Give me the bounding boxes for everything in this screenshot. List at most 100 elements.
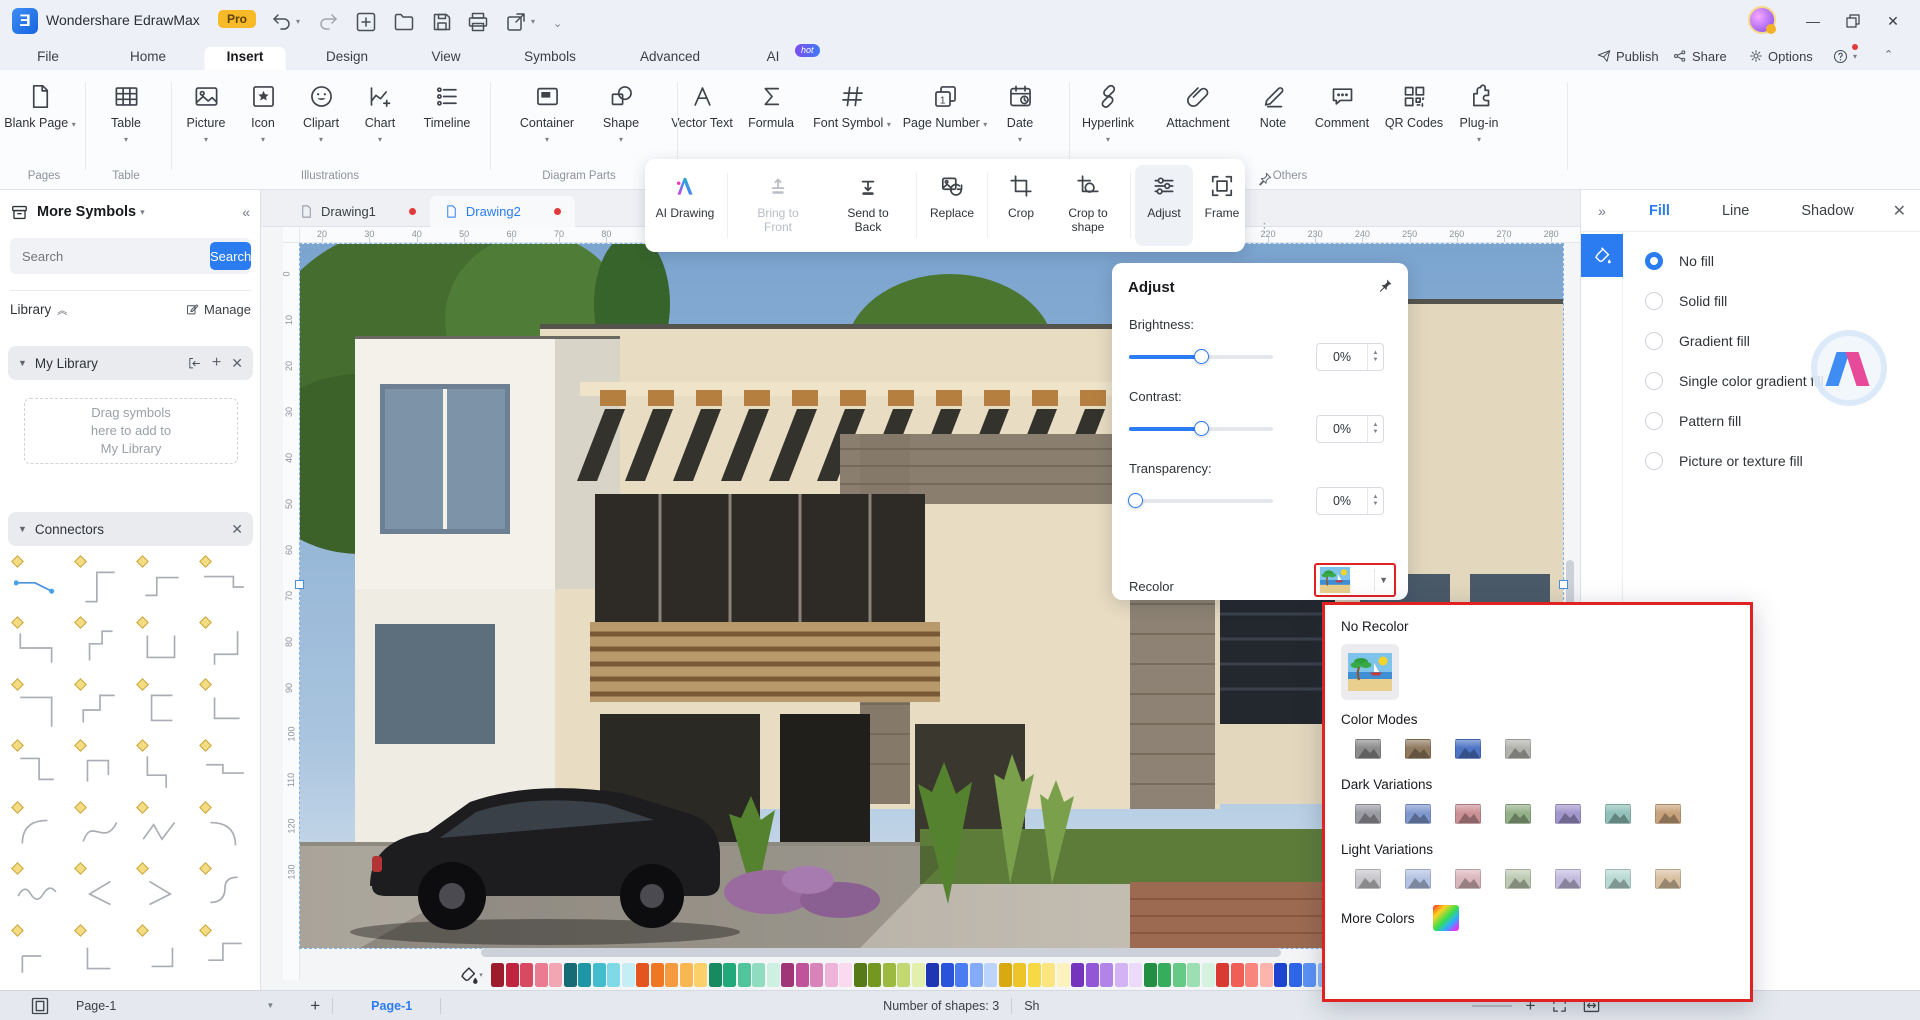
ribbon-date[interactable]: Date ▾ bbox=[977, 80, 1063, 147]
dark-variation-swatch[interactable] bbox=[1505, 804, 1531, 824]
tab-fill[interactable]: Fill bbox=[1649, 203, 1670, 219]
palette-swatch[interactable] bbox=[708, 962, 722, 987]
brightness-value-stepper[interactable]: 0% ▲ ▼ bbox=[1316, 343, 1384, 371]
fill-option-single-color-gradient-fill[interactable]: Single color gradient fill bbox=[1645, 372, 1824, 390]
up-arrow-icon[interactable]: ▲ bbox=[1373, 494, 1379, 501]
light-variation-swatch[interactable] bbox=[1555, 869, 1581, 889]
palette-swatch[interactable] bbox=[1303, 962, 1316, 987]
export-icon[interactable] bbox=[504, 10, 528, 34]
open-folder-icon[interactable] bbox=[392, 10, 416, 34]
palette-swatch[interactable] bbox=[520, 962, 533, 987]
palette-swatch[interactable] bbox=[926, 962, 939, 987]
palette-swatch[interactable] bbox=[665, 962, 678, 987]
pin-icon[interactable] bbox=[1257, 171, 1273, 187]
palette-swatch[interactable] bbox=[505, 962, 519, 987]
ctx-crop[interactable]: Crop bbox=[992, 165, 1050, 246]
tab-line[interactable]: Line bbox=[1722, 203, 1749, 219]
palette-swatch[interactable] bbox=[1071, 962, 1084, 987]
connector-symbol[interactable] bbox=[69, 615, 132, 676]
menu-home[interactable]: Home bbox=[120, 47, 176, 66]
palette-swatch[interactable] bbox=[1259, 962, 1273, 987]
tab-shadow[interactable]: Shadow bbox=[1801, 203, 1853, 219]
palette-swatch[interactable] bbox=[592, 962, 606, 987]
palette-swatch[interactable] bbox=[1245, 962, 1258, 987]
palette-swatch[interactable] bbox=[998, 962, 1012, 987]
palette-swatch[interactable] bbox=[868, 962, 881, 987]
ribbon-timeline[interactable]: Timeline bbox=[404, 80, 490, 131]
ctx-send-to-back[interactable]: Send to Back bbox=[824, 165, 912, 246]
connector-symbol[interactable] bbox=[194, 738, 257, 799]
fill-option-no-fill[interactable]: No fill bbox=[1645, 252, 1714, 270]
panel-expand-icon[interactable]: » bbox=[1581, 203, 1623, 219]
up-arrow-icon[interactable]: ▲ bbox=[1373, 350, 1379, 357]
dark-variation-swatch[interactable] bbox=[1355, 804, 1381, 824]
active-page-tab[interactable]: Page-1 bbox=[371, 999, 412, 1013]
add-page-button[interactable]: + bbox=[310, 996, 320, 1016]
manage-libraries-button[interactable]: Manage bbox=[185, 302, 251, 317]
recolor-dropdown[interactable]: ▼ bbox=[1314, 563, 1396, 597]
palette-swatch[interactable] bbox=[882, 962, 896, 987]
light-variation-swatch[interactable] bbox=[1455, 869, 1481, 889]
connector-symbol[interactable] bbox=[69, 677, 132, 738]
page-selector-caret-icon[interactable]: ▼ bbox=[266, 1001, 274, 1010]
palette-swatch[interactable] bbox=[1230, 962, 1244, 987]
menu-view[interactable]: View bbox=[421, 47, 470, 66]
connector-symbol[interactable] bbox=[69, 800, 132, 861]
color-mode-swatch[interactable] bbox=[1405, 739, 1431, 759]
palette-swatch[interactable] bbox=[1187, 962, 1200, 987]
palette-swatch[interactable] bbox=[897, 962, 910, 987]
palette-swatch[interactable] bbox=[1201, 962, 1215, 987]
tab-drawing1[interactable]: Drawing1 bbox=[285, 196, 430, 227]
panel-close-icon[interactable]: ✕ bbox=[1893, 201, 1906, 221]
palette-swatch[interactable] bbox=[1027, 962, 1041, 987]
connector-symbol[interactable] bbox=[6, 800, 69, 861]
connector-symbol[interactable] bbox=[194, 615, 257, 676]
palette-swatch[interactable] bbox=[955, 962, 968, 987]
fill-option-gradient-fill[interactable]: Gradient fill bbox=[1645, 332, 1750, 350]
light-variation-swatch[interactable] bbox=[1655, 869, 1681, 889]
redo-icon[interactable] bbox=[316, 10, 340, 34]
ctx-replace[interactable]: Replace bbox=[921, 165, 983, 246]
palette-swatch[interactable] bbox=[969, 962, 983, 987]
ribbon-page-number[interactable]: 1 Page Number ▾ bbox=[902, 80, 988, 132]
palette-swatch[interactable] bbox=[824, 962, 838, 987]
ribbon-hyperlink[interactable]: Hyperlink ▾ bbox=[1065, 80, 1151, 147]
palette-swatch[interactable] bbox=[607, 962, 620, 987]
connector-symbol[interactable] bbox=[131, 738, 194, 799]
toolbar-more-icon[interactable]: ⋮ bbox=[1258, 220, 1272, 236]
menu-advanced[interactable]: Advanced bbox=[630, 47, 710, 66]
palette-swatch[interactable] bbox=[1143, 962, 1157, 987]
publish-button[interactable]: Publish bbox=[1596, 48, 1659, 64]
palette-swatch[interactable] bbox=[810, 962, 823, 987]
connector-symbol[interactable] bbox=[6, 554, 69, 615]
undo-icon[interactable] bbox=[270, 10, 294, 34]
close-library-icon[interactable]: ✕ bbox=[231, 355, 243, 372]
zoom-slider[interactable] bbox=[1471, 1004, 1512, 1007]
palette-swatch[interactable] bbox=[1042, 962, 1055, 987]
window-minimize-button[interactable]: — bbox=[1798, 8, 1828, 34]
palette-swatch[interactable] bbox=[621, 962, 635, 987]
light-variation-swatch[interactable] bbox=[1505, 869, 1531, 889]
palette-swatch[interactable] bbox=[694, 962, 707, 987]
light-variation-swatch[interactable] bbox=[1405, 869, 1431, 889]
brightness-slider[interactable] bbox=[1129, 349, 1273, 364]
connector-symbol[interactable] bbox=[194, 861, 257, 922]
dark-variation-swatch[interactable] bbox=[1555, 804, 1581, 824]
ctx-adjust[interactable]: Adjust bbox=[1135, 165, 1193, 246]
library-collapse-icon[interactable]: ︽ bbox=[57, 302, 67, 317]
export-caret-icon[interactable]: ▾ bbox=[531, 17, 535, 26]
palette-swatch[interactable] bbox=[578, 962, 591, 987]
connector-symbol[interactable] bbox=[6, 861, 69, 922]
down-arrow-icon[interactable]: ▼ bbox=[1373, 501, 1379, 508]
palette-swatch[interactable] bbox=[781, 962, 794, 987]
connector-symbol[interactable] bbox=[194, 554, 257, 615]
palette-swatch[interactable] bbox=[723, 962, 736, 987]
connector-symbol[interactable] bbox=[194, 800, 257, 861]
tab-drawing2[interactable]: Drawing2 bbox=[429, 195, 575, 227]
light-variation-swatch[interactable] bbox=[1355, 869, 1381, 889]
selection-handle-left[interactable] bbox=[295, 580, 304, 589]
fill-tool-tile[interactable] bbox=[1581, 234, 1623, 277]
ctx-crop-to-shape[interactable]: Crop to shape bbox=[1050, 165, 1126, 246]
connector-symbol[interactable] bbox=[131, 861, 194, 922]
connector-symbol[interactable] bbox=[131, 923, 194, 984]
